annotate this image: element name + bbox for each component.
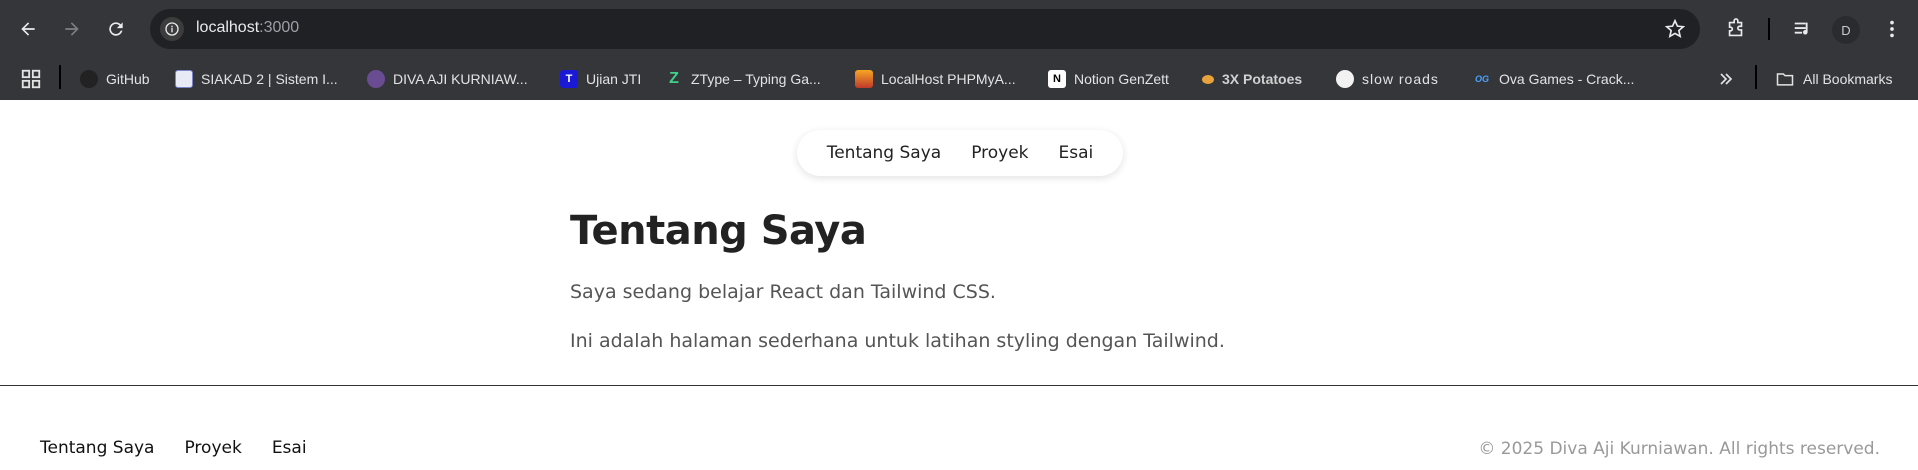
bookmark-ujian-jti[interactable]: T Ujian JTI (560, 65, 641, 93)
footer-nav: Tentang Saya Proyek Esai (40, 438, 307, 458)
bookmark-slow-roads[interactable]: slow roads (1336, 65, 1439, 93)
footer-divider (0, 385, 1918, 386)
apps-button[interactable] (20, 65, 42, 93)
bookmark-label: LocalHost PHPMyA... (881, 71, 1016, 87)
bookmark-star-icon[interactable] (1664, 18, 1686, 40)
menu-button[interactable] (1877, 14, 1907, 44)
slowroads-icon (1336, 70, 1354, 88)
bookmarks-separator (59, 65, 61, 89)
address-bar[interactable]: localhost:3000 (150, 9, 1700, 49)
toolbar-separator (1768, 18, 1770, 40)
url-host: localhost (196, 19, 260, 36)
ztype-icon: Z (669, 70, 679, 87)
bookmark-label: Ujian JTI (586, 71, 642, 87)
page-title: Tentang Saya (570, 208, 867, 254)
browser-toolbar: localhost:3000 D (0, 0, 1918, 58)
bookmark-label: slow roads (1362, 71, 1439, 87)
puzzle-icon (1728, 18, 1743, 37)
bookmark-label: GitHub (106, 71, 150, 87)
copyright-text: © 2025 Diva Aji Kurniawan. All rights re… (1478, 439, 1880, 459)
intro-paragraph: Saya sedang belajar React dan Tailwind C… (570, 281, 996, 303)
bookmark-3x-potatoes[interactable]: 3X Potatoes (1202, 65, 1302, 93)
chevron-double-right-icon (1720, 73, 1733, 85)
bookmark-label: Ova Games - Crack... (1499, 71, 1635, 87)
all-bookmarks-label: All Bookmarks (1803, 71, 1893, 87)
nav-link-tentang-saya[interactable]: Tentang Saya (827, 143, 941, 163)
bookmark-label: ZType – Typing Ga... (691, 71, 821, 87)
bookmarks-separator (1755, 65, 1757, 89)
more-bookmarks-button[interactable] (1716, 65, 1736, 93)
reload-icon (109, 22, 123, 36)
page-content: Tentang Saya Proyek Esai Tentang Saya Sa… (0, 100, 1918, 470)
profile-avatar[interactable]: D (1832, 16, 1860, 44)
footer-link-tentang-saya[interactable]: Tentang Saya (40, 438, 154, 458)
url-text: localhost:3000 (196, 19, 299, 37)
notion-icon: N (1048, 70, 1066, 88)
site-info-icon[interactable] (160, 17, 184, 41)
bookmark-notion[interactable]: N Notion GenZett (1048, 65, 1169, 93)
phpmyadmin-icon (855, 70, 873, 88)
extensions-button[interactable] (1721, 14, 1751, 44)
media-list-icon (1794, 22, 1808, 35)
jti-icon: T (560, 70, 578, 88)
footer-link-proyek[interactable]: Proyek (184, 438, 241, 458)
reload-button[interactable] (98, 11, 134, 47)
university-icon (367, 70, 385, 88)
bookmark-siakad[interactable]: SIAKAD 2 | Sistem I... (175, 65, 338, 93)
apps-grid-icon (21, 69, 41, 89)
reading-list-button[interactable] (1788, 14, 1818, 44)
bookmark-label: SIAKAD 2 | Sistem I... (201, 71, 338, 87)
back-button[interactable] (10, 11, 46, 47)
arrow-right-icon (65, 22, 79, 36)
siakad-icon (175, 70, 193, 88)
forward-button[interactable] (54, 11, 90, 47)
description-paragraph: Ini adalah halaman sederhana untuk latih… (570, 330, 1225, 352)
footer-link-esai[interactable]: Esai (272, 438, 307, 458)
bookmark-diva[interactable]: DIVA AJI KURNIAW... (367, 65, 528, 93)
top-nav: Tentang Saya Proyek Esai (797, 130, 1123, 176)
bookmark-ova-games[interactable]: OG Ova Games - Crack... (1473, 65, 1634, 93)
folder-icon (1776, 73, 1794, 86)
bookmark-ztype[interactable]: Z ZType – Typing Ga... (665, 65, 821, 93)
arrow-left-icon (21, 22, 35, 36)
bookmark-label: 3X Potatoes (1222, 71, 1303, 87)
browser-chrome: localhost:3000 D GitHub SIAKAD 2 | Siste… (0, 0, 1918, 100)
nav-link-esai[interactable]: Esai (1059, 143, 1094, 163)
bookmark-phpmyadmin[interactable]: LocalHost PHPMyA... (855, 65, 1016, 93)
all-bookmarks-button[interactable]: All Bookmarks (1775, 65, 1892, 93)
potato-icon (1202, 74, 1214, 84)
url-port: :3000 (259, 19, 300, 36)
ovagames-icon: OG (1474, 74, 1489, 84)
nav-link-proyek[interactable]: Proyek (971, 143, 1028, 163)
bookmark-label: Notion GenZett (1074, 71, 1169, 87)
bookmark-github[interactable]: GitHub (80, 65, 150, 93)
bookmark-label: DIVA AJI KURNIAW... (393, 71, 528, 87)
github-icon (80, 70, 98, 88)
kebab-menu-icon (1890, 20, 1894, 38)
